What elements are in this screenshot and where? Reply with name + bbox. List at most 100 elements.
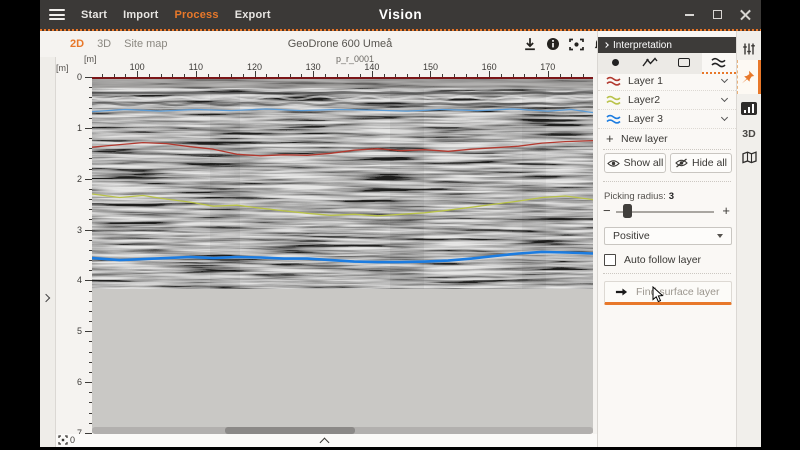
new-layer-button[interactable]: + New layer	[598, 130, 736, 147]
axis-tick-label: 1	[66, 123, 82, 133]
layer-list: Layer 1 Layer2 Layer 3	[598, 72, 736, 129]
layer3-wave-icon	[606, 114, 621, 124]
tab-layers[interactable]	[702, 53, 737, 74]
layer1-wave-icon	[606, 76, 621, 86]
app-window: Start Import Process Export Vision 2D 3D…	[40, 0, 761, 447]
gpr-empty-region	[92, 289, 593, 433]
hide-all-label: Hide all	[692, 157, 727, 169]
tune-sliders-icon	[742, 42, 756, 56]
axis-tick	[85, 179, 92, 180]
position-icon	[58, 435, 68, 445]
new-layer-label: New layer	[621, 133, 668, 145]
pin-panel-button[interactable]	[737, 60, 761, 94]
minimize-icon[interactable]	[684, 9, 695, 20]
slider-minus-button[interactable]: −	[603, 203, 611, 218]
menu-export[interactable]: Export	[235, 9, 271, 21]
find-surface-label: Find surface layer	[636, 286, 719, 298]
x-axis-unit: [m]	[84, 54, 97, 64]
menu-import[interactable]: Import	[123, 9, 158, 21]
chevron-down-icon[interactable]	[721, 114, 728, 121]
axis-tick-label: 0	[66, 72, 82, 82]
layer-row-3[interactable]: Layer 3	[598, 110, 736, 129]
layer-name: Layer 1	[628, 75, 722, 87]
eye-icon	[607, 159, 620, 168]
polyline-icon	[642, 57, 658, 68]
menu-process[interactable]: Process	[174, 9, 218, 21]
show-all-label: Show all	[624, 157, 664, 169]
map-icon	[742, 151, 757, 164]
layer-name: Layer2	[628, 94, 722, 106]
map-view-button[interactable]	[737, 149, 761, 165]
radargram-image[interactable]	[92, 77, 593, 433]
chevron-down-icon[interactable]	[721, 95, 728, 102]
main-menu: Start Import Process Export	[81, 9, 271, 21]
axis-tick	[85, 382, 92, 383]
panel-chevron-icon	[603, 42, 609, 48]
hide-all-button[interactable]: Hide all	[670, 153, 732, 173]
plot-bottom-bar: 0	[56, 434, 597, 447]
maximize-icon[interactable]	[712, 9, 723, 20]
interpretation-panel: Interpretation Layer 1 Layer2	[597, 31, 736, 447]
layer-row-2[interactable]: Layer2	[598, 91, 736, 110]
axis-tick	[85, 331, 92, 332]
window-controls	[684, 0, 751, 29]
panel-title: Interpretation	[613, 40, 672, 51]
picking-radius-slider: − +	[598, 203, 736, 219]
axis-tick-label: 2	[66, 174, 82, 184]
polarity-value: Positive	[613, 230, 717, 242]
display-settings-button[interactable]	[737, 41, 761, 57]
menu-start[interactable]: Start	[81, 9, 107, 21]
axis-tick-label: 6	[66, 377, 82, 387]
separator	[603, 149, 731, 150]
auto-follow-checkbox-row[interactable]: Auto follow layer	[604, 253, 701, 267]
title-bar: Start Import Process Export Vision	[40, 0, 761, 29]
visibility-buttons: Show all Hide all	[604, 153, 732, 173]
slider-handle[interactable]	[623, 204, 632, 218]
tab-rectangle-pick[interactable]	[667, 53, 702, 74]
collapse-bottom-button[interactable]	[314, 436, 334, 447]
checkbox-unchecked[interactable]	[604, 254, 616, 266]
arrow-right-icon	[615, 287, 628, 297]
axis-tick	[85, 230, 92, 231]
show-all-button[interactable]: Show all	[604, 153, 666, 173]
polarity-dropdown[interactable]: Positive	[604, 227, 732, 245]
close-icon[interactable]	[740, 9, 751, 20]
position-readout: 0	[58, 435, 75, 445]
right-icon-strip: 3D	[736, 31, 761, 447]
tab-point-pick[interactable]	[598, 53, 633, 74]
axis-tick	[85, 280, 92, 281]
picking-radius-label: Picking radius:3	[604, 191, 674, 202]
axis-tick-label: 5	[66, 326, 82, 336]
plus-icon: +	[606, 131, 620, 146]
slider-plus-button[interactable]: +	[722, 203, 730, 218]
layers-waves-icon	[711, 57, 726, 68]
tab-polyline-pick[interactable]	[633, 53, 668, 74]
axis-tick	[85, 128, 92, 129]
axis-tick-label: 4	[66, 275, 82, 285]
3d-label: 3D	[742, 128, 755, 140]
point-icon	[612, 59, 619, 66]
layer-name: Layer 3	[628, 113, 722, 125]
caret-down-icon	[717, 234, 723, 238]
find-surface-layer-button[interactable]: Find surface layer	[604, 281, 732, 305]
horizontal-scrollbar[interactable]	[92, 427, 593, 434]
radargram-plot: [m] [m] p_r_0001 10011012013014015016017…	[40, 31, 597, 447]
chevron-up-icon	[319, 438, 329, 448]
layer2-wave-icon	[606, 95, 621, 105]
chevron-down-icon[interactable]	[721, 76, 728, 83]
trace-view-button[interactable]	[737, 101, 761, 116]
pushpin-icon	[741, 70, 755, 84]
interpretation-tabs	[598, 53, 736, 74]
hamburger-menu-icon[interactable]	[49, 9, 65, 20]
layer-row-1[interactable]: Layer 1	[598, 72, 736, 91]
trace-histogram-icon	[741, 102, 757, 115]
rectangle-icon	[678, 58, 690, 67]
axis-tick	[85, 77, 92, 78]
picking-radius-value: 3	[669, 191, 674, 202]
separator	[603, 181, 731, 182]
scrollbar-thumb[interactable]	[225, 427, 355, 434]
3d-view-button[interactable]: 3D	[737, 127, 761, 141]
eye-slash-icon	[675, 158, 688, 168]
panel-header[interactable]: Interpretation	[598, 37, 736, 53]
auto-follow-label: Auto follow layer	[624, 254, 701, 266]
